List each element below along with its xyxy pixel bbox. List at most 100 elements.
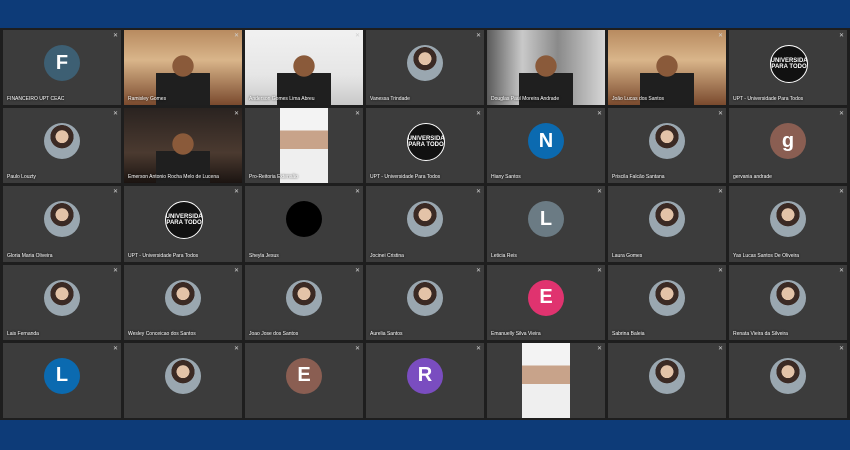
participant-video [124,108,242,184]
participant-tile[interactable]: ✕ João Lucas dos Santos [608,30,726,106]
participant-video [487,342,605,418]
photo-avatar [770,279,806,316]
participant-tile[interactable]: ✕ Yas Lucas Santos De Oliveira [729,186,847,262]
mic-muted-icon: ✕ [112,267,118,274]
university-logo-avatar: UNIVERSIDA PARA TODO [770,45,808,84]
participant-tile[interactable]: E ✕ [245,342,363,418]
photo-avatar [649,357,685,394]
photo-avatar [649,201,685,238]
mic-muted-icon: ✕ [475,267,481,274]
mic-muted-icon: ✕ [596,345,602,352]
photo-avatar [770,357,806,394]
participant-tile[interactable]: L ✕ Leticia Reis [487,186,605,262]
mic-muted-icon: ✕ [354,111,360,118]
participant-tile[interactable]: ✕ Renata Vieira da Silveira [729,264,847,340]
participant-tile[interactable]: ✕ Jocinei Cristina [366,186,484,262]
photo-avatar [44,123,80,160]
participant-tile[interactable]: ✕ Emerson Antonio Rocha Melo de Lucena [124,108,242,184]
participant-name: Douglas Paul Moreira Andrade [491,96,560,103]
participant-tile[interactable]: UNIVERSIDA PARA TODO ✕ UPT - Universidade … [124,186,242,262]
participant-tile[interactable]: ✕ [729,342,847,418]
participant-tile[interactable]: ✕ Wesley Conceicao dos Santos [124,264,242,340]
mic-muted-icon: ✕ [596,267,602,274]
participant-tile[interactable]: ✕ Sheyla Jesus [245,186,363,262]
mic-muted-icon: ✕ [354,345,360,352]
participant-video-strip [522,342,570,418]
participant-tile[interactable]: ✕ Anderson Gomes Lima Abreu [245,30,363,106]
participant-name: Emerson Antonio Rocha Melo de Lucena [128,174,219,181]
initial-avatar: F [44,45,80,82]
participant-tile[interactable]: ✕ Paulo Louzty [3,108,121,184]
initial-avatar: L [528,201,564,238]
participant-tile[interactable]: ✕ [487,342,605,418]
participant-name: Joao Jose dos Santos [249,330,299,337]
mic-muted-icon: ✕ [233,267,239,274]
participant-name: Pro-Reitoria Extensão [249,174,298,181]
mic-muted-icon: ✕ [112,111,118,118]
participant-tile[interactable]: g ✕ gervania andrade [729,108,847,184]
photo-avatar [407,201,443,238]
participant-name: Yas Lucas Santos De Oliveira [733,252,800,259]
participant-name: Sheyla Jesus [249,252,279,259]
participant-name: Ramisley Gomes [128,96,167,103]
university-logo-avatar: UNIVERSIDA PARA TODO [407,123,445,162]
participant-tile[interactable]: ✕ Sabrina Baleia [608,264,726,340]
participant-tile[interactable]: N ✕ Hiany Santos [487,108,605,184]
participant-tile[interactable]: ✕ Priscila Falcão Santana [608,108,726,184]
participant-name: João Lucas dos Santos [612,96,664,103]
photo-avatar [165,279,201,316]
participant-tile[interactable]: UNIVERSIDA PARA TODO ✕ UPT - Universidade … [366,108,484,184]
participant-tile[interactable]: UNIVERSIDA PARA TODO ✕ UPT - Universidade … [729,30,847,106]
participant-tile[interactable]: L ✕ [3,342,121,418]
participant-tile[interactable]: ✕ Gloria Maria Oliveira [3,186,121,262]
mic-muted-icon: ✕ [475,33,481,39]
photo-avatar [649,279,685,316]
participant-video [245,108,363,184]
participant-tile[interactable]: E ✕ Emanuelly Silva Vieira [487,264,605,340]
participant-tile[interactable]: ✕ Aurelia Santos [366,264,484,340]
participant-tile[interactable]: ✕ Pro-Reitoria Extensão [245,108,363,184]
participant-tile[interactable]: ✕ [124,342,242,418]
photo-avatar [407,45,443,82]
mic-muted-icon: ✕ [838,267,844,274]
participant-name: Laura Gomes [612,252,643,259]
mic-muted-icon: ✕ [233,189,239,196]
participant-name: Gloria Maria Oliveira [7,252,53,259]
participant-tile[interactable]: ✕ Douglas Paul Moreira Andrade [487,30,605,106]
mic-muted-icon: ✕ [838,33,844,39]
mic-muted-icon: ✕ [475,111,481,118]
participant-video [487,30,605,106]
participant-tile[interactable]: ✕ Vanessa Trindade [366,30,484,106]
participant-name: Priscila Falcão Santana [612,174,665,181]
participant-tile[interactable]: ✕ Joao Jose dos Santos [245,264,363,340]
bottom-band [0,420,850,450]
participant-name: Anderson Gomes Lima Abreu [249,96,315,103]
participant-tile[interactable]: F ✕ FINANCEIRO UPT CEAC [3,30,121,106]
mic-muted-icon: ✕ [838,189,844,196]
initial-avatar: E [528,279,564,316]
mic-muted-icon: ✕ [717,111,723,118]
mic-muted-icon: ✕ [717,33,723,39]
mic-muted-icon: ✕ [233,33,239,39]
participant-video [124,30,242,106]
mic-muted-icon: ✕ [475,189,481,196]
participant-name: Sabrina Baleia [612,330,645,337]
photo-avatar [165,357,201,394]
participant-name: Hiany Santos [491,174,521,181]
participant-tile[interactable]: ✕ Lais Fernanda [3,264,121,340]
participant-tile[interactable]: ✕ Ramisley Gomes [124,30,242,106]
photo-avatar [770,201,806,238]
participant-name: Renata Vieira da Silveira [733,330,788,337]
participant-tile[interactable]: ✕ Laura Gomes [608,186,726,262]
participant-video [608,30,726,106]
participant-name: Emanuelly Silva Vieira [491,330,541,337]
participant-name: Paulo Louzty [7,174,36,181]
top-band [0,0,850,28]
mic-muted-icon: ✕ [354,189,360,196]
participant-tile[interactable]: ✕ [608,342,726,418]
mic-muted-icon: ✕ [596,111,602,118]
mic-muted-icon: ✕ [233,345,239,352]
participant-tile[interactable]: R ✕ [366,342,484,418]
participant-video [245,30,363,106]
initial-avatar: g [770,123,806,160]
